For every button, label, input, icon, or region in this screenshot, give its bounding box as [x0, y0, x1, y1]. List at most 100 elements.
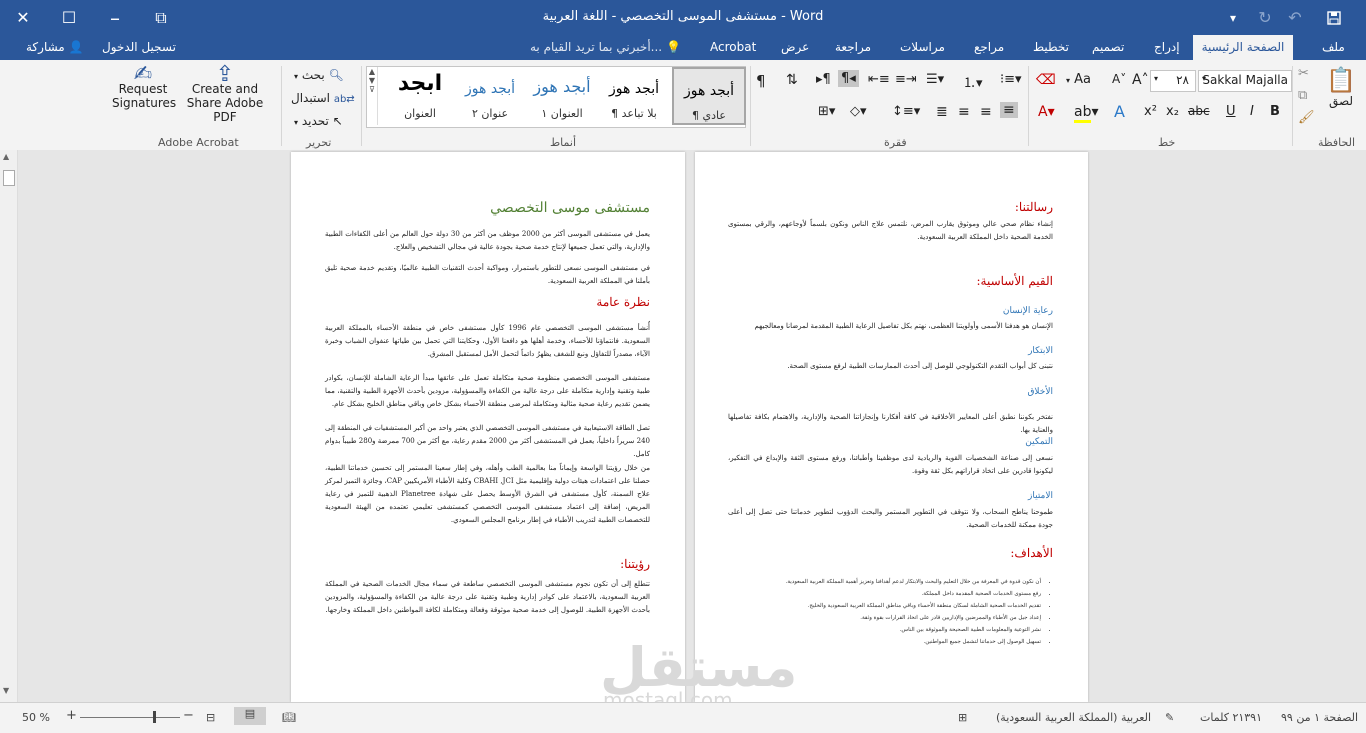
ltr-button[interactable]: ▸¶ — [816, 72, 831, 87]
italic-button[interactable]: I — [1250, 104, 1254, 119]
replace-icon: ab⇄ — [333, 94, 355, 105]
language-status[interactable]: العربية (المملكة العربية السعودية) — [996, 711, 1151, 724]
font-size-select[interactable]: ▾ ٢٨ — [1150, 70, 1196, 92]
tab-file[interactable]: ملف — [1314, 35, 1353, 60]
scroll-up-icon[interactable]: ▲ — [3, 152, 9, 161]
tab-mailings[interactable]: مراسلات — [892, 35, 953, 60]
justify-low-button[interactable]: ≣ — [936, 104, 948, 120]
document-page-right[interactable]: رسالتنا: إنشاء نظام صحي عالي وموثوق يقار… — [695, 152, 1088, 702]
style-heading-2[interactable]: أبجد هوز عنوان ٢ — [455, 67, 525, 125]
ribbon-tabs: مشاركة 👤 تسجيل الدخول أخبرني بما تريد ال… — [0, 35, 1366, 60]
shading-button[interactable]: ◇▾ — [850, 104, 867, 119]
proofing-icon[interactable]: ✎ — [1165, 711, 1174, 724]
style-normal[interactable]: أبجد هوز ¶ عادي — [672, 67, 746, 125]
zoom-slider-thumb[interactable] — [153, 711, 156, 723]
group-divider — [750, 66, 751, 146]
share-button[interactable]: مشاركة 👤 — [18, 35, 92, 60]
paste-button[interactable]: 📋 لصق — [1324, 66, 1358, 108]
font-group-label: خط — [1158, 136, 1176, 149]
group-divider — [281, 66, 282, 146]
tell-me-search[interactable]: أخبرني بما تريد القيام به... 💡 — [530, 35, 681, 60]
style-no-spacing[interactable]: أبجد هوز ¶ بلا تباعد — [599, 67, 669, 125]
tab-view[interactable]: عرض — [773, 35, 817, 60]
redo-icon[interactable]: ↻ — [1250, 0, 1280, 35]
paste-label: لصق — [1328, 94, 1354, 108]
styles-group-label: أنماط — [550, 136, 577, 149]
list-item: أن نكون قدوة في المعرفة من خلال التعليم … — [731, 576, 1041, 588]
styles-scroll[interactable]: ▲ ▼ ⊽ — [367, 67, 378, 125]
bullets-button[interactable]: ⁝≡▾ — [1000, 72, 1022, 87]
lightbulb-icon: 💡 — [665, 40, 681, 54]
font-name-select[interactable]: ▾ Sakkal Majalla — [1198, 70, 1292, 92]
subscript-button[interactable]: x₂ — [1166, 104, 1179, 119]
style-heading-1[interactable]: أبجد هوز العنوان ١ — [527, 67, 597, 125]
tab-layout[interactable]: تخطيط — [1025, 35, 1077, 60]
scroll-thumb[interactable] — [3, 170, 15, 186]
tab-references[interactable]: مراجع — [966, 35, 1012, 60]
numbering-button[interactable]: ⒈▾ — [963, 72, 983, 91]
decrease-indent-button[interactable]: ≡⇥ — [895, 72, 917, 87]
align-right-button[interactable]: ≡ — [1000, 102, 1018, 118]
tab-insert[interactable]: إدراج — [1146, 35, 1188, 60]
undo-icon[interactable]: ↶ — [1280, 0, 1310, 35]
word-count[interactable]: ٢١٣٩١ كلمات — [1200, 711, 1262, 724]
web-layout-icon[interactable]: ⊟ — [206, 711, 215, 724]
format-painter-icon[interactable]: 🖌 — [1298, 110, 1315, 125]
line-spacing-button[interactable]: ↕≡▾ — [892, 104, 920, 119]
document-page-left[interactable]: مستشفى موسى التخصصي يعمل في مستشفى الموس… — [291, 152, 685, 702]
select-button[interactable]: ▾ تحديد ↖ — [294, 114, 343, 128]
macro-icon[interactable]: ⊞ — [958, 711, 967, 724]
strikethrough-button[interactable]: abc — [1188, 104, 1210, 118]
select-label: تحديد — [301, 114, 329, 128]
cut-icon[interactable]: ✂ — [1298, 66, 1309, 81]
bold-button[interactable]: B — [1270, 104, 1280, 119]
rtl-button[interactable]: ¶◂ — [838, 70, 859, 87]
create-share-pdf-button[interactable]: ⇪ Create and Share Adobe PDF — [176, 64, 274, 125]
copy-icon[interactable]: ⧉ — [1298, 88, 1307, 103]
tab-review[interactable]: مراجعة — [827, 35, 879, 60]
shrink-font-button[interactable]: A˅ — [1112, 72, 1126, 86]
grow-font-button[interactable]: A˄ — [1132, 72, 1149, 88]
tab-home[interactable]: الصفحة الرئيسية — [1193, 35, 1293, 60]
multilevel-list-button[interactable]: ☰▾ — [926, 72, 944, 87]
window-title: مستشفى الموسى التخصصي - اللغة العربية - … — [542, 9, 824, 24]
clear-formatting-button[interactable]: ⌫ — [1036, 72, 1056, 88]
zoom-in-button[interactable]: + — [66, 708, 77, 723]
save-icon[interactable] — [1318, 0, 1350, 35]
show-marks-button[interactable]: ¶ — [756, 72, 766, 90]
page-count[interactable]: الصفحة ١ من ٩٩ — [1281, 711, 1358, 724]
scroll-down-icon[interactable]: ▼ — [3, 686, 9, 695]
text-effects-button[interactable]: A — [1114, 102, 1125, 121]
sort-button[interactable]: ⇅ — [786, 72, 798, 88]
signature-icon: ✍ — [133, 62, 153, 87]
group-divider — [1028, 66, 1029, 146]
style-title[interactable]: ابجد العنوان — [381, 67, 459, 125]
change-case-button[interactable]: ▾ Aa — [1066, 72, 1091, 87]
borders-button[interactable]: ⊞▾ — [818, 104, 835, 119]
find-button[interactable]: ▾ بحث 🔍︎ — [294, 68, 344, 82]
underline-button[interactable]: U — [1226, 104, 1236, 119]
request-signatures-button[interactable]: ✍ Request Signatures — [112, 62, 176, 111]
tab-design[interactable]: تصميم — [1084, 35, 1132, 60]
read-mode-icon[interactable]: 📖︎ — [282, 711, 296, 724]
styles-gallery[interactable]: ▲ ▼ ⊽ ابجد العنوان أبجد هوز عنوان ٢ أبجد… — [366, 66, 746, 128]
qat-customize-icon[interactable]: ▾ — [1218, 0, 1248, 35]
tab-acrobat[interactable]: Acrobat — [702, 35, 764, 60]
zoom-slider[interactable] — [80, 717, 180, 718]
list-item: تقديم الخدمات الصحية الشاملة لسكان منطقة… — [731, 600, 1041, 612]
zoom-level[interactable]: 50 % — [22, 711, 50, 724]
share-label: مشاركة — [26, 40, 65, 54]
sign-in-button[interactable]: تسجيل الدخول — [94, 35, 184, 60]
value-text: طموحنا يناطح السحاب، ولا نتوقف في التطوي… — [728, 508, 1053, 529]
zoom-out-button[interactable]: − — [183, 708, 194, 723]
replace-button[interactable]: استبدال ab⇄ — [291, 91, 355, 105]
increase-indent-button[interactable]: ⇤≡ — [868, 72, 890, 87]
align-center-button[interactable]: ≡ — [980, 104, 992, 120]
superscript-button[interactable]: x² — [1144, 104, 1157, 119]
font-color-button[interactable]: A▾ — [1038, 104, 1055, 120]
vertical-scrollbar[interactable]: ▲ ▼ — [0, 150, 18, 702]
align-left-button[interactable]: ≡ — [958, 104, 970, 120]
highlight-button[interactable]: ab▾ — [1074, 104, 1099, 123]
print-layout-icon[interactable]: ▤ — [234, 707, 266, 725]
create-share-pdf-label: Create and Share Adobe PDF — [186, 82, 264, 124]
